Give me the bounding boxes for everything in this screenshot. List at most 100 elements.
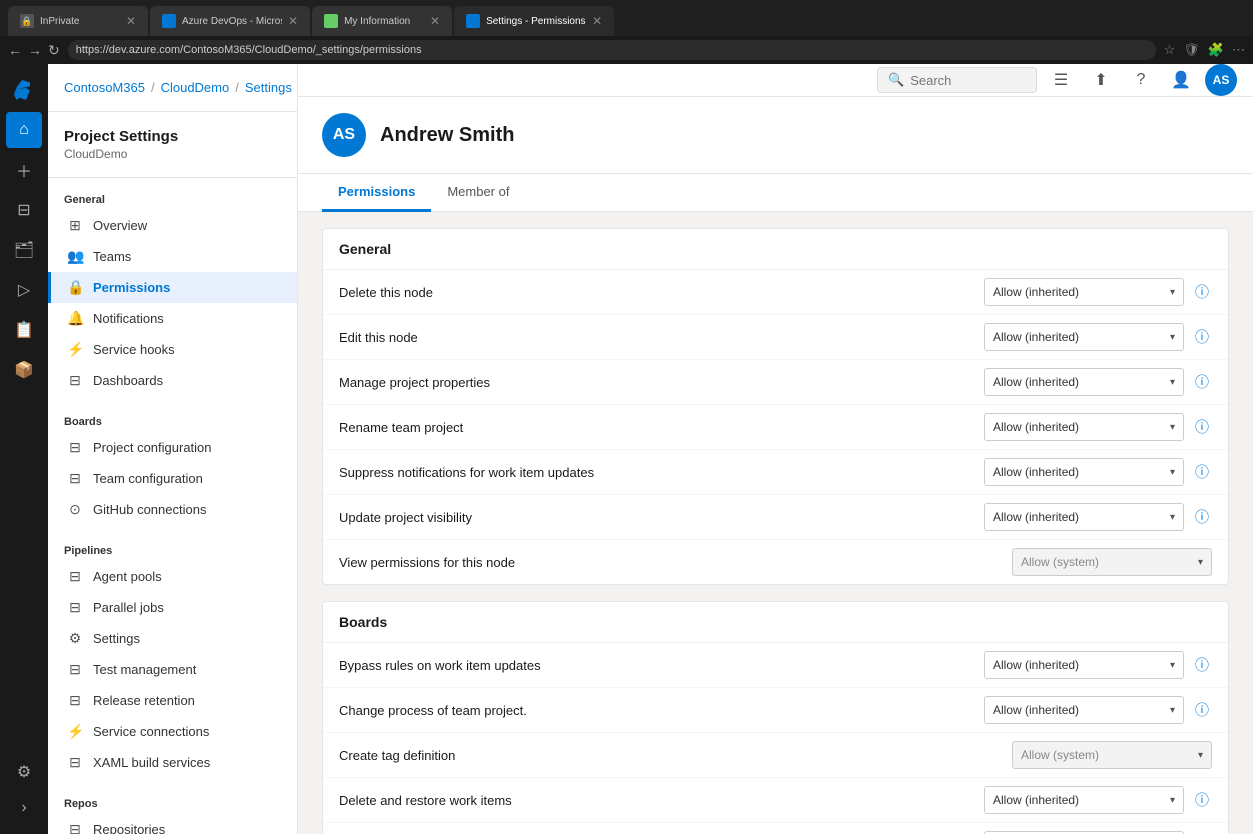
extension-icon[interactable]: 🧩 — [1208, 42, 1224, 58]
permission-select-visibility[interactable]: Allow (inherited) ▾ — [984, 503, 1184, 531]
sidebar-item-repositories[interactable]: ⊟ Repositories — [48, 814, 297, 834]
browser-tab-4[interactable]: Settings - Permissions | CloudDe... ✕ — [454, 6, 614, 36]
info-icon-5[interactable]: ⓘ — [1192, 462, 1212, 482]
rail-create[interactable]: ＋ — [6, 152, 42, 188]
more-icon[interactable]: ⋯ — [1232, 42, 1245, 58]
browser-tab-3[interactable]: My Information ✕ — [312, 6, 452, 36]
sidebar-item-service-connections[interactable]: ⚡ Service connections — [48, 716, 297, 747]
info-icon[interactable]: ⓘ — [1192, 282, 1212, 302]
info-icon-7[interactable]: ⓘ — [1192, 655, 1212, 675]
sidebar-item-permissions[interactable]: 🔒 Permissions — [48, 272, 297, 303]
rail-test-plans[interactable]: 📋 — [6, 312, 42, 348]
address-input[interactable] — [68, 40, 1156, 60]
permission-select-change-process[interactable]: Allow (inherited) ▾ — [984, 696, 1184, 724]
rail-azure-devops[interactable] — [6, 72, 42, 108]
tab-member-of[interactable]: Member of — [431, 174, 525, 212]
overview-icon: ⊞ — [67, 217, 83, 234]
info-icon-2[interactable]: ⓘ — [1192, 327, 1212, 347]
sidebar-section-label-boards: Boards — [48, 412, 297, 432]
help-icon[interactable]: ? — [1125, 64, 1157, 96]
sidebar-item-notifications[interactable]: 🔔 Notifications — [48, 303, 297, 334]
permission-select-wrapper: Allow (inherited) ▾ ⓘ — [984, 278, 1212, 306]
sidebar-item-overview[interactable]: ⊞ Overview — [48, 210, 297, 241]
rail-boards[interactable]: ⊟ — [6, 192, 42, 228]
info-icon-9[interactable]: ⓘ — [1192, 790, 1212, 810]
account-icon[interactable]: 👤 — [1165, 64, 1197, 96]
star-icon[interactable]: ☆ — [1164, 42, 1176, 58]
breadcrumb-org[interactable]: ContosoM365 — [64, 80, 145, 95]
sidebar-item-github-connections[interactable]: ⊙ GitHub connections — [48, 494, 297, 525]
general-permissions-section: General Delete this node Allow (inherite… — [322, 228, 1229, 585]
sidebar-item-xaml-build[interactable]: ⊟ XAML build services — [48, 747, 297, 778]
rail-settings[interactable]: ⚙ — [6, 754, 42, 790]
forward-button[interactable]: → — [28, 42, 42, 59]
breadcrumb-project[interactable]: CloudDemo — [161, 80, 230, 95]
permission-select-rename[interactable]: Allow (inherited) ▾ — [984, 413, 1184, 441]
rail-pipelines[interactable]: ▷ — [6, 272, 42, 308]
sidebar-item-label-service-hooks: Service hooks — [93, 342, 175, 357]
permission-select-wrapper-3: Allow (inherited) ▾ ⓘ — [984, 368, 1212, 396]
permission-label-bypass: Bypass rules on work item updates — [339, 658, 984, 673]
filter-icon[interactable]: ☰ — [1045, 64, 1077, 96]
rail-artifacts[interactable]: 📦 — [6, 352, 42, 388]
tab-close-2[interactable]: ✕ — [288, 14, 298, 28]
info-icon-3[interactable]: ⓘ — [1192, 372, 1212, 392]
permission-select-manage-props[interactable]: Allow (inherited) ▾ — [984, 368, 1184, 396]
info-icon-6[interactable]: ⓘ — [1192, 507, 1212, 527]
rail-expand[interactable]: › — [6, 790, 42, 826]
permission-select-delete-restore[interactable]: Allow (inherited) ▾ — [984, 786, 1184, 814]
permission-select-wrapper-9: Allow (inherited) ▾ ⓘ — [984, 696, 1212, 724]
sidebar-header: Project Settings CloudDemo — [48, 112, 297, 178]
rail-repos[interactable]: 🗂 — [6, 232, 42, 268]
permission-select-delete-node[interactable]: Allow (inherited) ▾ — [984, 278, 1184, 306]
tab-permissions[interactable]: Permissions — [322, 174, 431, 212]
page-header: AS Andrew Smith — [298, 97, 1253, 174]
team-config-icon: ⊟ — [67, 470, 83, 487]
refresh-button[interactable]: ↻ — [48, 42, 60, 59]
select-value: Allow (inherited) — [993, 420, 1079, 434]
user-avatar-nav[interactable]: AS — [1205, 64, 1237, 96]
tab-close-1[interactable]: ✕ — [126, 14, 136, 28]
info-icon-4[interactable]: ⓘ — [1192, 417, 1212, 437]
sidebar-item-agent-pools[interactable]: ⊟ Agent pools — [48, 561, 297, 592]
breadcrumb-settings[interactable]: Settings — [245, 80, 292, 95]
permission-select-wrapper-2: Allow (inherited) ▾ ⓘ — [984, 323, 1212, 351]
service-hooks-icon: ⚡ — [67, 341, 83, 358]
main-content: 🔍 ☰ ⬆ ? 👤 AS AS Andrew Smith Permissions… — [298, 64, 1253, 834]
sidebar-item-teams[interactable]: 👥 Teams — [48, 241, 297, 272]
sidebar-item-parallel-jobs[interactable]: ⊟ Parallel jobs — [48, 592, 297, 623]
select-value: Allow (inherited) — [993, 330, 1079, 344]
back-button[interactable]: ← — [8, 42, 22, 59]
rail-home[interactable]: ⌂ — [6, 112, 42, 148]
permission-select-suppress[interactable]: Allow (inherited) ▾ — [984, 458, 1184, 486]
tab-close-4[interactable]: ✕ — [592, 14, 602, 28]
info-icon-8[interactable]: ⓘ — [1192, 700, 1212, 720]
address-bar: ← → ↻ ☆ 🛡 🧩 ⋯ — [0, 36, 1253, 64]
sidebar-item-team-config[interactable]: ⊟ Team configuration — [48, 463, 297, 494]
browser-tab-2[interactable]: Azure DevOps - Microsoft Azure ✕ — [150, 6, 310, 36]
sidebar-section-boards: Boards ⊟ Project configuration ⊟ Team co… — [48, 400, 297, 529]
page-top-actions: 🔍 ☰ ⬆ ? 👤 AS — [298, 64, 1253, 97]
sidebar-item-dashboards[interactable]: ⊟ Dashboards — [48, 365, 297, 396]
permission-select-create-tag[interactable]: Allow (system) ▾ — [1012, 741, 1212, 769]
sidebar-item-project-config[interactable]: ⊟ Project configuration — [48, 432, 297, 463]
select-value: Allow (inherited) — [993, 510, 1079, 524]
sidebar-item-test-management[interactable]: ⊟ Test management — [48, 654, 297, 685]
permission-select-edit-node[interactable]: Allow (inherited) ▾ — [984, 323, 1184, 351]
search-box[interactable]: 🔍 — [877, 67, 1037, 93]
sidebar-item-settings[interactable]: ⚙ Settings — [48, 623, 297, 654]
permission-row-create-tag: Create tag definition Allow (system) ▾ — [323, 733, 1228, 778]
browser-controls[interactable]: ← → ↻ — [8, 42, 60, 59]
permission-select-bypass[interactable]: Allow (inherited) ▾ — [984, 651, 1184, 679]
select-value: Allow (system) — [1021, 555, 1099, 569]
download-icon[interactable]: ⬆ — [1085, 64, 1117, 96]
permission-select-view-permissions[interactable]: Allow (system) ▾ — [1012, 548, 1212, 576]
tab-close-3[interactable]: ✕ — [430, 14, 440, 28]
sidebar-item-label-project-config: Project configuration — [93, 440, 212, 455]
sidebar-item-label-xaml-build: XAML build services — [93, 755, 210, 770]
top-nav: ContosoM365 / CloudDemo / Settings / Per… — [48, 64, 297, 112]
sidebar-item-release-retention[interactable]: ⊟ Release retention — [48, 685, 297, 716]
search-input[interactable] — [910, 73, 1026, 88]
browser-tab-1[interactable]: 🔒 InPrivate ✕ — [8, 6, 148, 36]
sidebar-item-service-hooks[interactable]: ⚡ Service hooks — [48, 334, 297, 365]
